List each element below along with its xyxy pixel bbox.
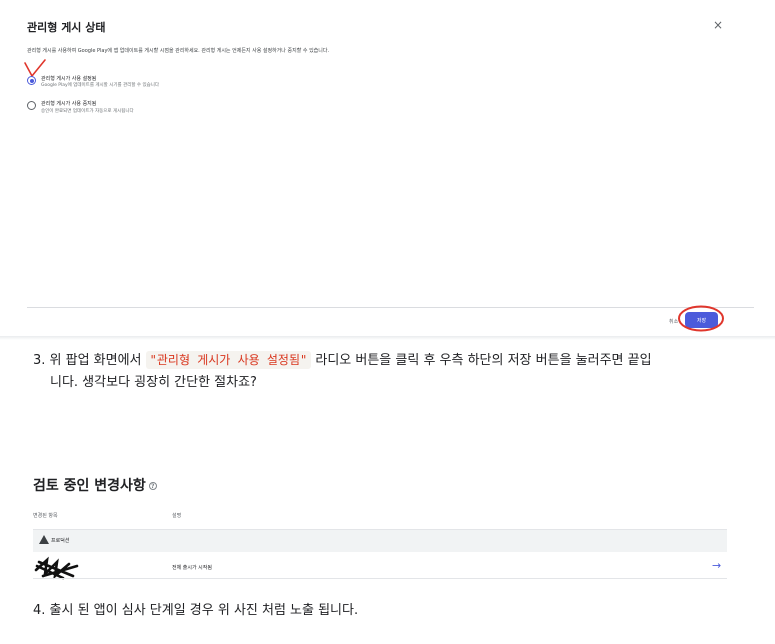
- group-label: 프로덕션: [51, 538, 70, 544]
- radio-managed-publishing-on[interactable]: [27, 76, 36, 85]
- close-icon[interactable]: ×: [713, 18, 723, 32]
- step3-suffix: 라디오 버튼을 클릭 후 우측 하단의 저장 버튼을 눌러주면 끝입: [311, 353, 652, 368]
- step4-instruction: 4. 출시 된 앱이 심사 단계일 경우 위 사진 처럼 노출 됩니다.: [33, 603, 359, 618]
- column-header-description: 설명: [172, 513, 182, 519]
- step3-line2: 니다. 생각보다 굉장히 간단한 절차죠?: [50, 375, 257, 390]
- dialog-footer-divider: [27, 307, 754, 308]
- arrow-right-icon[interactable]: →: [712, 559, 721, 572]
- screenshot-bottom-edge: [0, 336, 775, 340]
- review-title-text: 검토 중인 변경사항: [33, 478, 146, 494]
- circle-annotation-icon: [678, 305, 724, 332]
- table-row-divider: [33, 578, 727, 579]
- radio-sublabel-off: 승인이 완료되면 업데이트가 자동으로 게시됩니다: [41, 109, 134, 114]
- scribble-redaction: [34, 556, 79, 580]
- help-icon[interactable]: ?: [148, 482, 157, 490]
- table-row-description: 전체 출시가 시작됨: [172, 565, 212, 571]
- dialog-title: 관리형 게시 상태: [27, 21, 106, 34]
- radio-sublabel-on: Google Play에 업데이트를 게시할 시기를 관리할 수 있습니다: [41, 83, 160, 88]
- radio-label-off: 관리형 게시가 사용 중지됨: [41, 101, 97, 107]
- step3-prefix: 3. 위 팝업 화면에서: [33, 353, 146, 368]
- review-title: 검토 중인 변경사항?: [33, 475, 157, 495]
- dialog-description: 관리형 게시를 사용하여 Google Play에 앱 업데이트를 게시할 시점…: [27, 48, 330, 54]
- radio-managed-publishing-off[interactable]: [27, 101, 36, 110]
- table-group-row: [33, 530, 727, 552]
- radio-label-on: 관리형 게시가 사용 설정됨: [41, 76, 97, 82]
- step3-instruction: 3. 위 팝업 화면에서 "관리형 게시가 사용 설정됨" 라디오 버튼을 클릭…: [33, 349, 748, 394]
- column-header-changed-item: 변경된 항목: [33, 513, 58, 519]
- step3-highlight: "관리형 게시가 사용 설정됨": [145, 351, 312, 369]
- warning-icon: [39, 535, 49, 544]
